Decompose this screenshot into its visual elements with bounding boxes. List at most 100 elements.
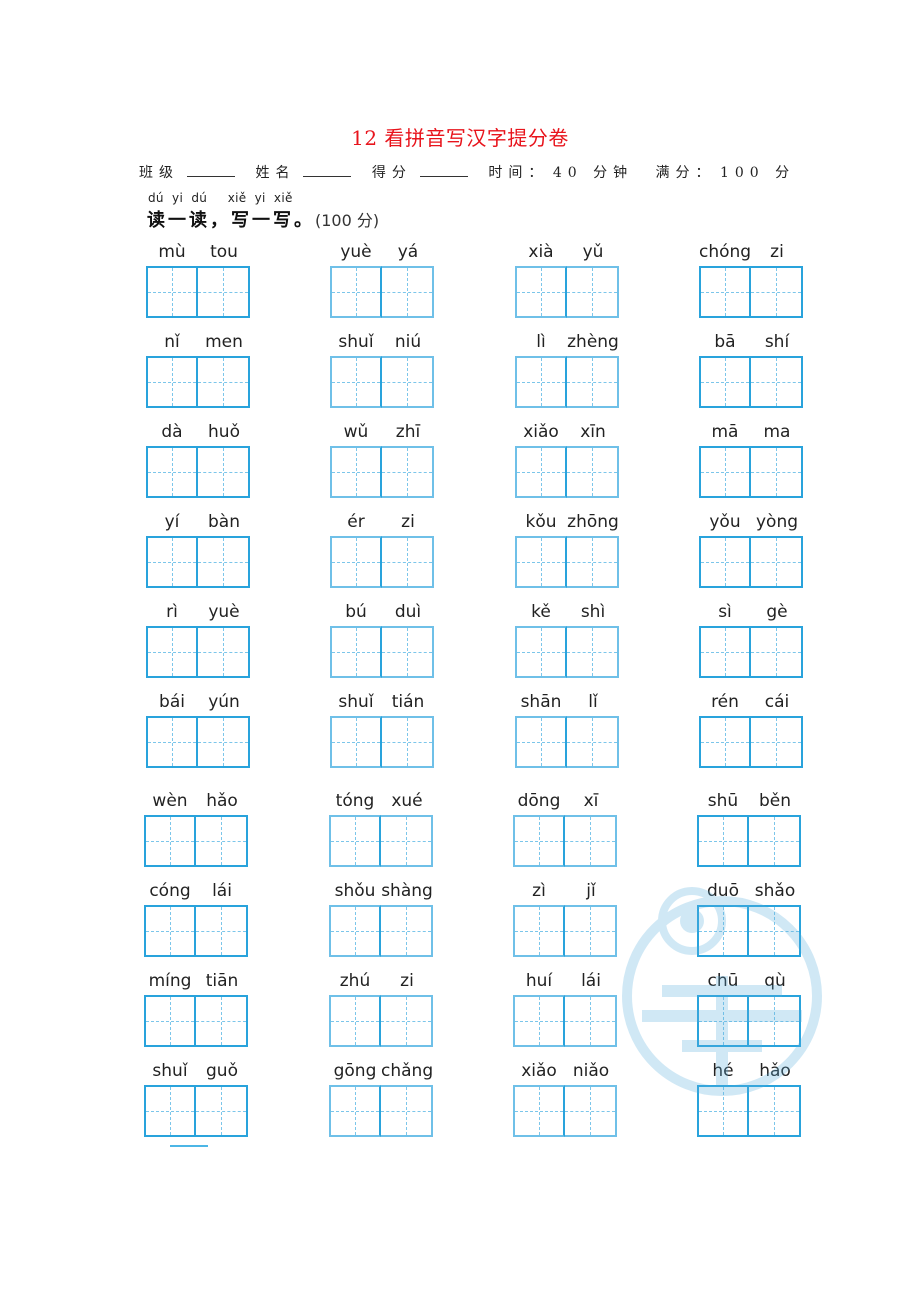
character-cell[interactable] (330, 536, 382, 588)
character-cell[interactable] (699, 446, 751, 498)
character-cell[interactable] (196, 1085, 248, 1137)
character-cell[interactable] (515, 266, 567, 318)
character-cell[interactable] (382, 626, 434, 678)
character-cell[interactable] (567, 536, 619, 588)
pinyin-syllable: bú (345, 602, 367, 622)
character-cell[interactable] (751, 626, 803, 678)
character-cell[interactable] (699, 266, 751, 318)
word-item: rén cái (699, 692, 803, 768)
pinyin-syllable: gōng (333, 1061, 377, 1081)
character-cell[interactable] (198, 266, 250, 318)
character-cell[interactable] (749, 995, 801, 1047)
name-blank[interactable] (303, 164, 352, 177)
character-cell[interactable] (567, 356, 619, 408)
character-cell[interactable] (699, 536, 751, 588)
word-item: duō shǎo (697, 881, 801, 957)
character-cell[interactable] (749, 1085, 801, 1137)
character-cell[interactable] (330, 716, 382, 768)
character-cell[interactable] (146, 266, 198, 318)
word-item: chóng zi (699, 242, 803, 318)
character-cell[interactable] (565, 905, 617, 957)
character-cell[interactable] (697, 905, 749, 957)
character-cell[interactable] (146, 716, 198, 768)
class-blank[interactable] (187, 164, 235, 177)
character-cell[interactable] (565, 815, 617, 867)
character-cell[interactable] (697, 815, 749, 867)
character-cell[interactable] (198, 356, 250, 408)
word-item: bái yún (146, 692, 250, 768)
character-cell[interactable] (565, 1085, 617, 1137)
character-cell[interactable] (515, 536, 567, 588)
pinyin-syllable: dōng (517, 791, 561, 811)
character-cell[interactable] (565, 995, 617, 1047)
character-cell[interactable] (513, 1085, 565, 1137)
character-cell[interactable] (330, 626, 382, 678)
character-cell[interactable] (330, 356, 382, 408)
character-cell[interactable] (146, 536, 198, 588)
character-cell[interactable] (198, 626, 250, 678)
character-cell[interactable] (146, 626, 198, 678)
character-cell[interactable] (329, 905, 381, 957)
character-cell[interactable] (697, 1085, 749, 1137)
character-cell[interactable] (751, 356, 803, 408)
character-cell[interactable] (381, 995, 433, 1047)
character-cell[interactable] (567, 626, 619, 678)
pinyin-label: huí lái (513, 971, 617, 991)
character-cell[interactable] (567, 716, 619, 768)
character-cell[interactable] (382, 446, 434, 498)
character-cell[interactable] (513, 995, 565, 1047)
character-cell[interactable] (382, 266, 434, 318)
character-cell[interactable] (749, 905, 801, 957)
character-cell[interactable] (567, 266, 619, 318)
character-cell[interactable] (515, 446, 567, 498)
pinyin-syllable: yǔ (582, 242, 604, 262)
score-blank[interactable] (419, 164, 468, 177)
character-cell[interactable] (329, 995, 381, 1047)
word-item: yí bàn (146, 512, 250, 588)
character-cell[interactable] (381, 1085, 433, 1137)
character-cell[interactable] (381, 905, 433, 957)
character-cell[interactable] (515, 626, 567, 678)
character-cell[interactable] (751, 266, 803, 318)
character-cell[interactable] (699, 356, 751, 408)
character-cell[interactable] (144, 1085, 196, 1137)
pinyin-syllable: hǎo (759, 1061, 791, 1081)
character-cell[interactable] (198, 446, 250, 498)
character-cell[interactable] (567, 446, 619, 498)
character-cell[interactable] (146, 446, 198, 498)
character-cell[interactable] (198, 716, 250, 768)
full-score-value: 100 分 (719, 165, 796, 181)
character-cell[interactable] (749, 815, 801, 867)
character-cell[interactable] (697, 995, 749, 1047)
character-cell[interactable] (699, 716, 751, 768)
character-cell[interactable] (196, 815, 248, 867)
pinyin-syllable: duō (707, 881, 739, 901)
character-cell[interactable] (144, 905, 196, 957)
character-cell[interactable] (699, 626, 751, 678)
character-cell[interactable] (382, 536, 434, 588)
character-cell[interactable] (751, 716, 803, 768)
character-cell[interactable] (330, 266, 382, 318)
character-cell[interactable] (144, 815, 196, 867)
character-cell[interactable] (751, 446, 803, 498)
character-cell[interactable] (381, 815, 433, 867)
character-cell[interactable] (196, 995, 248, 1047)
pinyin-label: bú duì (330, 602, 434, 622)
character-cell[interactable] (144, 995, 196, 1047)
character-cell[interactable] (196, 905, 248, 957)
character-cell[interactable] (146, 356, 198, 408)
character-cell[interactable] (382, 356, 434, 408)
character-cell[interactable] (329, 1085, 381, 1137)
character-cell[interactable] (382, 716, 434, 768)
character-cell[interactable] (513, 905, 565, 957)
pinyin-syllable: zì (532, 881, 546, 901)
character-cell[interactable] (329, 815, 381, 867)
character-cell[interactable] (515, 716, 567, 768)
character-cell[interactable] (330, 446, 382, 498)
character-cell[interactable] (513, 815, 565, 867)
character-cell[interactable] (198, 536, 250, 588)
character-cell[interactable] (751, 536, 803, 588)
pinyin-syllable: wèn (152, 791, 188, 811)
character-cell[interactable] (515, 356, 567, 408)
class-label: 班级 (139, 165, 179, 181)
